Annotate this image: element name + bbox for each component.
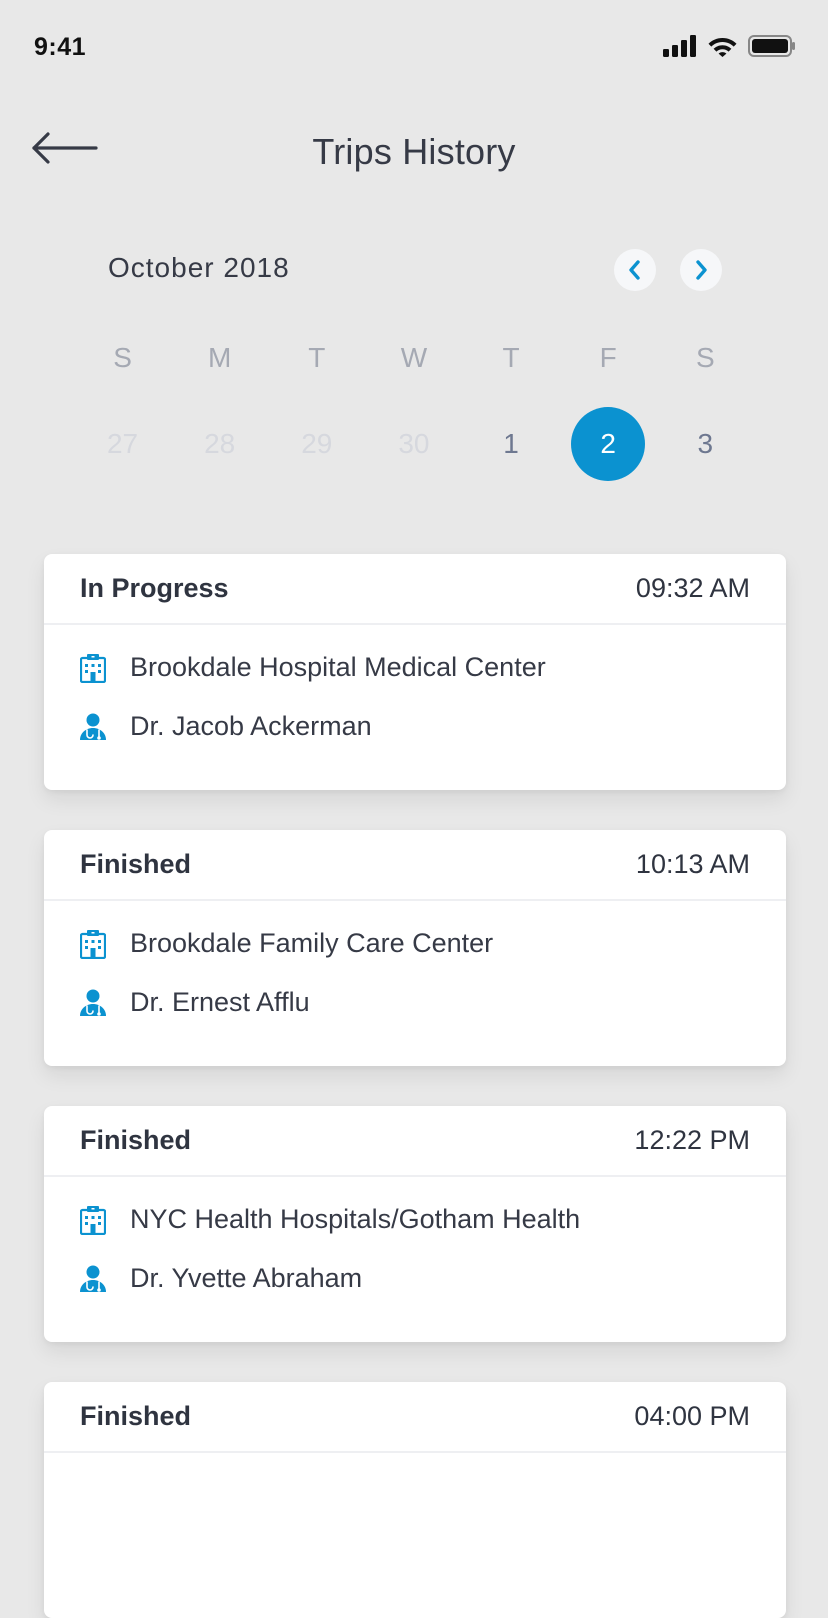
calendar-day-number: 27: [106, 428, 139, 459]
calendar-day[interactable]: 3: [657, 406, 754, 482]
calendar-day[interactable]: 29: [268, 406, 365, 482]
trip-status: Finished: [80, 849, 192, 879]
status-bar: 9:41: [0, 0, 828, 96]
chevron-right-icon: [696, 260, 707, 280]
trip-place-row: NYC Health Hospitals/Gotham Health: [78, 1204, 580, 1235]
trip-card[interactable]: Finished 04:00 PM: [44, 1382, 786, 1618]
trip-status: Finished: [80, 1401, 192, 1431]
weekday-label: M: [208, 342, 232, 373]
calendar-day-number: 3: [697, 428, 714, 459]
trip-place: Brookdale Hospital Medical Center: [130, 652, 546, 682]
trip-place: NYC Health Hospitals/Gotham Health: [130, 1204, 581, 1234]
doctor-icon: [78, 712, 108, 742]
trip-doctor-row: Dr. Jacob Ackerman: [78, 711, 372, 742]
trip-doctor: Dr. Ernest Afflu: [130, 987, 310, 1017]
page-title: Trips History: [312, 131, 516, 172]
calendar-day-number: 2: [571, 407, 646, 481]
trip-time: 12:22 PM: [634, 1125, 750, 1155]
trip-doctor: Dr. Jacob Ackerman: [130, 711, 372, 741]
trip-card-header: Finished 10:13 AM: [44, 830, 786, 901]
calendar-day-number: 1: [503, 428, 519, 459]
month-label: October 2018: [108, 252, 290, 283]
weekday-header: S M T W T F S: [74, 342, 754, 374]
calendar-day[interactable]: 1: [463, 406, 560, 482]
weekday-label: W: [400, 342, 428, 373]
trip-card-header: Finished 04:00 PM: [44, 1382, 786, 1453]
calendar-day-selected[interactable]: 2: [560, 406, 657, 482]
trip-place-row: Brookdale Family Care Center: [78, 928, 493, 959]
header: Trips History: [0, 100, 828, 204]
calendar-day[interactable]: 28: [171, 406, 268, 482]
trip-doctor-row: Dr. Yvette Abraham: [78, 1263, 362, 1294]
doctor-icon: [78, 988, 108, 1018]
trip-place-row: Brookdale Hospital Medical Center: [78, 652, 546, 683]
calendar-day[interactable]: 30: [365, 406, 462, 482]
trip-doctor: Dr. Yvette Abraham: [130, 1263, 363, 1293]
status-time: 9:41: [34, 33, 87, 61]
trip-card[interactable]: Finished 12:22 PM NYC Health Hospitals/G…: [44, 1106, 786, 1342]
wifi-icon: [708, 38, 737, 57]
trip-doctor-row: Dr. Ernest Afflu: [78, 987, 310, 1018]
calendar-day-number: 29: [301, 428, 333, 459]
hospital-icon: [78, 929, 108, 959]
trip-card-header: In Progress 09:32 AM: [44, 554, 786, 625]
trip-time: 09:32 AM: [635, 573, 750, 603]
weekday-label: T: [308, 342, 326, 373]
calendar-day-number: 28: [204, 428, 236, 459]
weekday-label: S: [695, 342, 715, 373]
calendar-days: 27 28 29 30 1 2 3: [74, 406, 754, 482]
hospital-icon: [78, 653, 108, 683]
trip-status: Finished: [80, 1125, 192, 1155]
trip-time: 04:00 PM: [634, 1401, 750, 1431]
hospital-icon: [78, 1205, 108, 1235]
chevron-left-icon: [629, 260, 640, 280]
weekday-label: T: [502, 342, 520, 373]
trip-status: In Progress: [80, 573, 229, 603]
battery-icon: [748, 35, 795, 57]
trip-time: 10:13 AM: [635, 849, 750, 879]
status-icons: [663, 33, 796, 59]
trip-card[interactable]: In Progress 09:32 AM Brookdale Hospital …: [44, 554, 786, 790]
weekday-label: S: [113, 342, 132, 373]
trip-card[interactable]: Finished 10:13 AM Brookdale Family Care …: [44, 830, 786, 1066]
signal-icon: [663, 35, 696, 57]
doctor-icon: [78, 1264, 108, 1294]
trip-card-header: Finished 12:22 PM: [44, 1106, 786, 1177]
calendar: October 2018 S M T W T F S 27 28 29 30 1…: [0, 230, 828, 500]
weekday-label: F: [599, 342, 617, 373]
trip-place: Brookdale Family Care Center: [130, 928, 494, 958]
calendar-day-number: 30: [398, 428, 430, 459]
previous-month-button[interactable]: [614, 249, 656, 291]
next-month-button[interactable]: [680, 249, 722, 291]
calendar-day[interactable]: 27: [74, 406, 171, 482]
